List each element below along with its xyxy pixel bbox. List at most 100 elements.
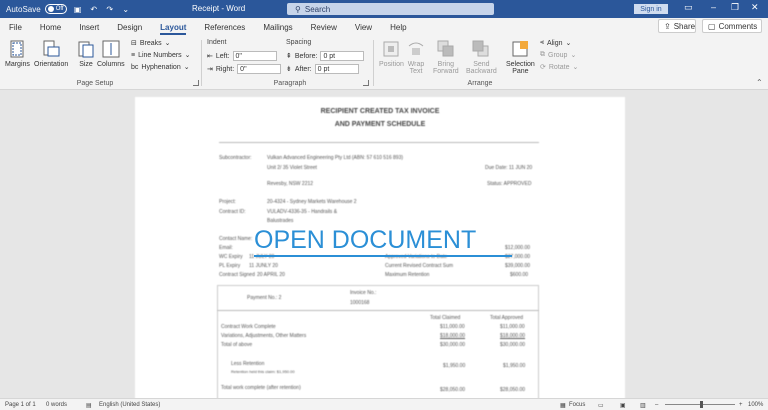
- line-numbers-icon: ≡: [131, 51, 136, 59]
- invoice-no-value: 1000168: [350, 300, 370, 306]
- total-above-label: Total of above: [221, 342, 253, 348]
- selection-pane-icon: [512, 41, 529, 57]
- redo-icon[interactable]: ↷: [105, 4, 115, 14]
- tab-design[interactable]: Design: [108, 23, 151, 36]
- paragraph-launcher-icon[interactable]: [363, 80, 369, 86]
- pl-expiry-label: PL Expiry: [219, 263, 241, 269]
- chevron-down-icon: ⌄: [164, 40, 171, 47]
- table-divider: [217, 310, 539, 311]
- collapse-ribbon-icon[interactable]: ⌃: [756, 78, 763, 87]
- arrange-group-label: Arrange: [467, 80, 493, 87]
- send-backward-button[interactable]: Send Backward: [466, 40, 497, 75]
- hyphenation-icon: bc: [131, 63, 139, 71]
- tab-mailings[interactable]: Mailings: [254, 23, 301, 36]
- customize-toolbar-icon[interactable]: ⌄: [121, 4, 131, 14]
- tab-view[interactable]: View: [346, 23, 381, 36]
- breaks-button[interactable]: ⊟ Breaks ⌄: [131, 39, 171, 48]
- open-document-link[interactable]: OPEN DOCUMENT: [254, 226, 476, 255]
- doc-divider: [219, 142, 539, 143]
- wc-expiry-label: WC Expiry: [219, 254, 243, 260]
- spacing-after-icon: ⇟: [286, 66, 292, 73]
- wrap-text-button[interactable]: Wrap Text: [407, 40, 425, 75]
- page-setup-launcher-icon[interactable]: [193, 80, 199, 86]
- tab-review[interactable]: Review: [302, 23, 346, 36]
- subcontractor-value: Vulkan Advanced Engineering Pty Ltd (ABN…: [267, 155, 404, 161]
- payment-no: Payment No.: 2: [247, 295, 282, 301]
- line-numbers-button[interactable]: ≡ Line Numbers ⌄: [131, 51, 191, 60]
- project-label: Project:: [219, 199, 236, 205]
- breaks-icon: ⊟: [131, 40, 137, 47]
- spacing-after-row: ⇟ After: 0 pt: [286, 64, 359, 74]
- comments-button[interactable]: ▢ Comments: [702, 19, 762, 33]
- proofing-icon[interactable]: ▤: [86, 402, 92, 409]
- indent-right-input[interactable]: 0": [237, 64, 282, 74]
- page-count[interactable]: Page 1 of 1: [5, 402, 36, 408]
- spacing-before-input[interactable]: 0 pt: [320, 51, 365, 61]
- close-icon[interactable]: ✕: [751, 2, 759, 13]
- minimize-icon[interactable]: –: [711, 2, 716, 12]
- contract-label: Contract ID:: [219, 209, 246, 215]
- web-layout-icon[interactable]: ▥: [640, 402, 646, 409]
- contract-signed-label: Contract Signed: [219, 272, 255, 278]
- search-icon: ⚲: [295, 4, 301, 14]
- share-button[interactable]: ⇪ Share: [658, 19, 696, 33]
- tab-insert[interactable]: Insert: [70, 23, 108, 36]
- columns-button[interactable]: Columns: [97, 40, 125, 68]
- language-indicator[interactable]: English (United States): [99, 402, 160, 408]
- ribbon-display-icon[interactable]: ▭: [684, 2, 693, 13]
- undo-icon[interactable]: ↶: [89, 4, 99, 14]
- margins-icon: [10, 40, 24, 58]
- spacing-before-icon: ⇞: [286, 53, 292, 60]
- search-box[interactable]: ⚲ Search: [287, 3, 494, 15]
- focus-icon[interactable]: ▦: [560, 402, 566, 409]
- chevron-down-icon: ⌄: [570, 52, 577, 59]
- spacing-after-input[interactable]: 0 pt: [314, 64, 359, 74]
- spacing-header: Spacing: [286, 39, 312, 46]
- read-mode-icon[interactable]: ▭: [598, 402, 604, 409]
- autosave-toggle[interactable]: Off: [44, 4, 67, 14]
- address-line2: Revesby, NSW 2212: [267, 181, 314, 187]
- orientation-button[interactable]: Orientation: [34, 40, 68, 68]
- group-button[interactable]: ⧉ Group ⌄: [540, 51, 576, 59]
- contract-work-label: Contract Work Complete: [221, 324, 276, 330]
- send-backward-icon: [472, 40, 489, 57]
- tab-home[interactable]: Home: [31, 23, 70, 36]
- tab-layout[interactable]: Layout: [151, 23, 195, 36]
- rotate-button[interactable]: ⟳ Rotate ⌄: [540, 63, 579, 72]
- max-retention-value: $600.00: [510, 272, 529, 278]
- tab-file[interactable]: File: [0, 23, 31, 36]
- contract-value-line2: Balustrades: [267, 218, 294, 224]
- print-layout-icon[interactable]: ▣: [620, 402, 626, 409]
- contract-signed-value: 20 APRIL 20: [257, 272, 285, 278]
- share-icon: ⇪: [664, 21, 671, 31]
- position-button[interactable]: Position: [379, 40, 404, 68]
- retention-claimed: $1,950.00: [443, 363, 466, 369]
- tab-help[interactable]: Help: [381, 23, 415, 36]
- margins-button[interactable]: Margins: [5, 40, 30, 68]
- size-button[interactable]: Size: [77, 40, 95, 68]
- zoom-level[interactable]: 100%: [748, 402, 763, 408]
- tab-references[interactable]: References: [195, 23, 254, 36]
- hyphenation-button[interactable]: bc Hyphenation ⌄: [131, 63, 190, 72]
- focus-mode-label[interactable]: Focus: [569, 402, 585, 408]
- max-retention-label: Maximum Retention: [385, 272, 430, 278]
- align-button[interactable]: ⫷ Align ⌄: [540, 39, 571, 47]
- due-date: Due Date: 11 JUN 20: [485, 165, 533, 171]
- zoom-slider-thumb[interactable]: [700, 401, 703, 408]
- indent-left-input[interactable]: 0": [232, 51, 277, 61]
- word-count[interactable]: 0 words: [46, 402, 67, 408]
- ribbon-tabs: File Home Insert Design Layout Reference…: [0, 18, 768, 36]
- chevron-down-icon: ⌄: [565, 40, 572, 47]
- zoom-in-icon[interactable]: +: [739, 402, 743, 408]
- save-icon[interactable]: ▣: [73, 4, 83, 14]
- selection-pane-button[interactable]: Selection Pane: [506, 40, 535, 75]
- chevron-down-icon: ⌄: [183, 64, 190, 71]
- contract-work-approved: $11,000.00: [500, 324, 525, 330]
- chevron-down-icon: ⌄: [572, 64, 579, 71]
- restore-icon[interactable]: ❐: [731, 2, 739, 13]
- sign-in-button[interactable]: Sign in: [634, 4, 668, 14]
- bring-forward-button[interactable]: Bring Forward: [433, 40, 459, 75]
- payment-table-box: [217, 285, 539, 398]
- zoom-out-icon[interactable]: –: [655, 402, 658, 408]
- group-separator: [201, 40, 202, 86]
